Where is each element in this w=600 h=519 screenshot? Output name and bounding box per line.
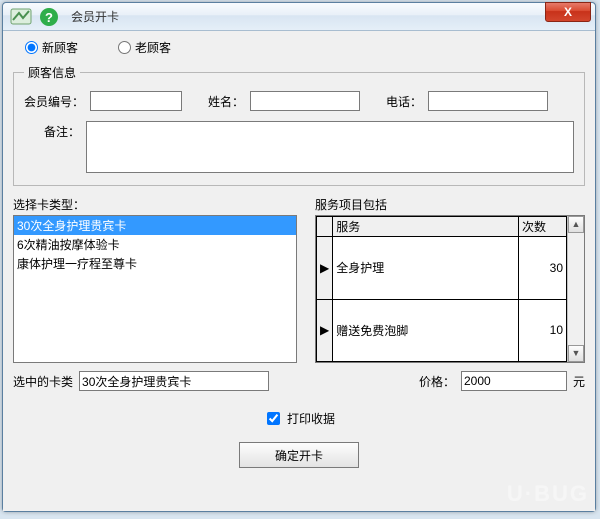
customer-type-row: 新顾客 老顾客 [13,39,585,56]
svg-text:?: ? [45,10,53,25]
service-name: 全身护理 [333,237,519,300]
print-receipt-label[interactable]: 打印收据 [263,409,335,428]
service-column: 服务项目包括 服务 次数 ▶全身护理30▶赠送免费泡脚10 [315,196,585,363]
card-item[interactable]: 6次精油按摩体验卡 [14,235,296,254]
name-input[interactable] [250,91,360,111]
radio-old-customer-label: 老顾客 [135,39,171,56]
service-table: 服务 次数 ▶全身护理30▶赠送免费泡脚10 [316,216,567,362]
name-label: 姓名： [208,93,244,110]
service-name: 赠送免费泡脚 [333,299,519,362]
confirm-row: 确定开卡 [13,442,585,468]
titlebar-icons: ? [3,6,63,28]
customer-info-fieldset: 顾客信息 会员编号： 姓名： 电话： 备注： [13,64,585,186]
radio-new-customer-input[interactable] [25,41,38,54]
scroll-up-button[interactable]: ▲ [568,216,584,233]
service-col-marker [317,217,333,237]
remark-row: 备注： [24,121,574,173]
app-icon-1 [9,6,35,28]
app-icon-2: ? [37,6,63,28]
window-title: 会员开卡 [71,8,119,25]
window: ? 会员开卡 X 新顾客 老顾客 顾客信息 会员编号： 姓名： 电话： [2,2,596,512]
watermark: U·BUG [507,481,589,507]
customer-info-row: 会员编号： 姓名： 电话： [24,91,574,111]
card-item[interactable]: 康体护理一疗程至尊卡 [14,254,296,273]
card-type-label: 选择卡类型： [13,196,297,213]
mid-row: 选择卡类型： 30次全身护理贵宾卡6次精油按摩体验卡康体护理一疗程至尊卡 服务项… [13,196,585,363]
print-receipt-text: 打印收据 [287,410,335,427]
service-row[interactable]: ▶全身护理30 [317,237,567,300]
service-row-marker: ▶ [317,237,333,300]
card-item[interactable]: 30次全身护理贵宾卡 [14,216,296,235]
service-row-marker: ▶ [317,299,333,362]
selected-card-label: 选中的卡类 [13,373,73,390]
radio-new-customer-label: 新顾客 [42,39,78,56]
phone-label: 电话： [386,93,422,110]
service-col-name[interactable]: 服务 [333,217,519,237]
scroll-track[interactable] [568,233,584,345]
print-row: 打印收据 [13,409,585,428]
member-no-input[interactable] [90,91,182,111]
price-unit: 元 [573,373,585,390]
price-label: 价格： [419,373,455,390]
lower-row: 选中的卡类 价格： 元 [13,371,585,391]
service-count: 30 [519,237,567,300]
confirm-button[interactable]: 确定开卡 [239,442,359,468]
service-col-count[interactable]: 次数 [519,217,567,237]
customer-info-legend: 顾客信息 [24,64,80,81]
service-scrollbar[interactable]: ▲ ▼ [567,216,584,362]
card-type-column: 选择卡类型： 30次全身护理贵宾卡6次精油按摩体验卡康体护理一疗程至尊卡 [13,196,297,363]
radio-old-customer[interactable]: 老顾客 [118,39,171,56]
service-row[interactable]: ▶赠送免费泡脚10 [317,299,567,362]
service-label: 服务项目包括 [315,196,585,213]
service-count: 10 [519,299,567,362]
selected-card-input[interactable] [79,371,269,391]
member-no-label: 会员编号： [24,93,84,110]
price-input[interactable] [461,371,567,391]
close-button[interactable]: X [545,2,591,22]
card-type-list[interactable]: 30次全身护理贵宾卡6次精油按摩体验卡康体护理一疗程至尊卡 [13,215,297,363]
client-area: 新顾客 老顾客 顾客信息 会员编号： 姓名： 电话： 备注： [3,31,595,511]
phone-input[interactable] [428,91,548,111]
remark-label: 备注： [24,123,80,173]
scroll-down-button[interactable]: ▼ [568,345,584,362]
titlebar: ? 会员开卡 X [3,3,595,31]
print-receipt-checkbox[interactable] [267,412,280,425]
remark-textarea[interactable] [86,121,574,173]
radio-old-customer-input[interactable] [118,41,131,54]
radio-new-customer[interactable]: 新顾客 [25,39,78,56]
service-list: 服务 次数 ▶全身护理30▶赠送免费泡脚10 ▲ ▼ [315,215,585,363]
